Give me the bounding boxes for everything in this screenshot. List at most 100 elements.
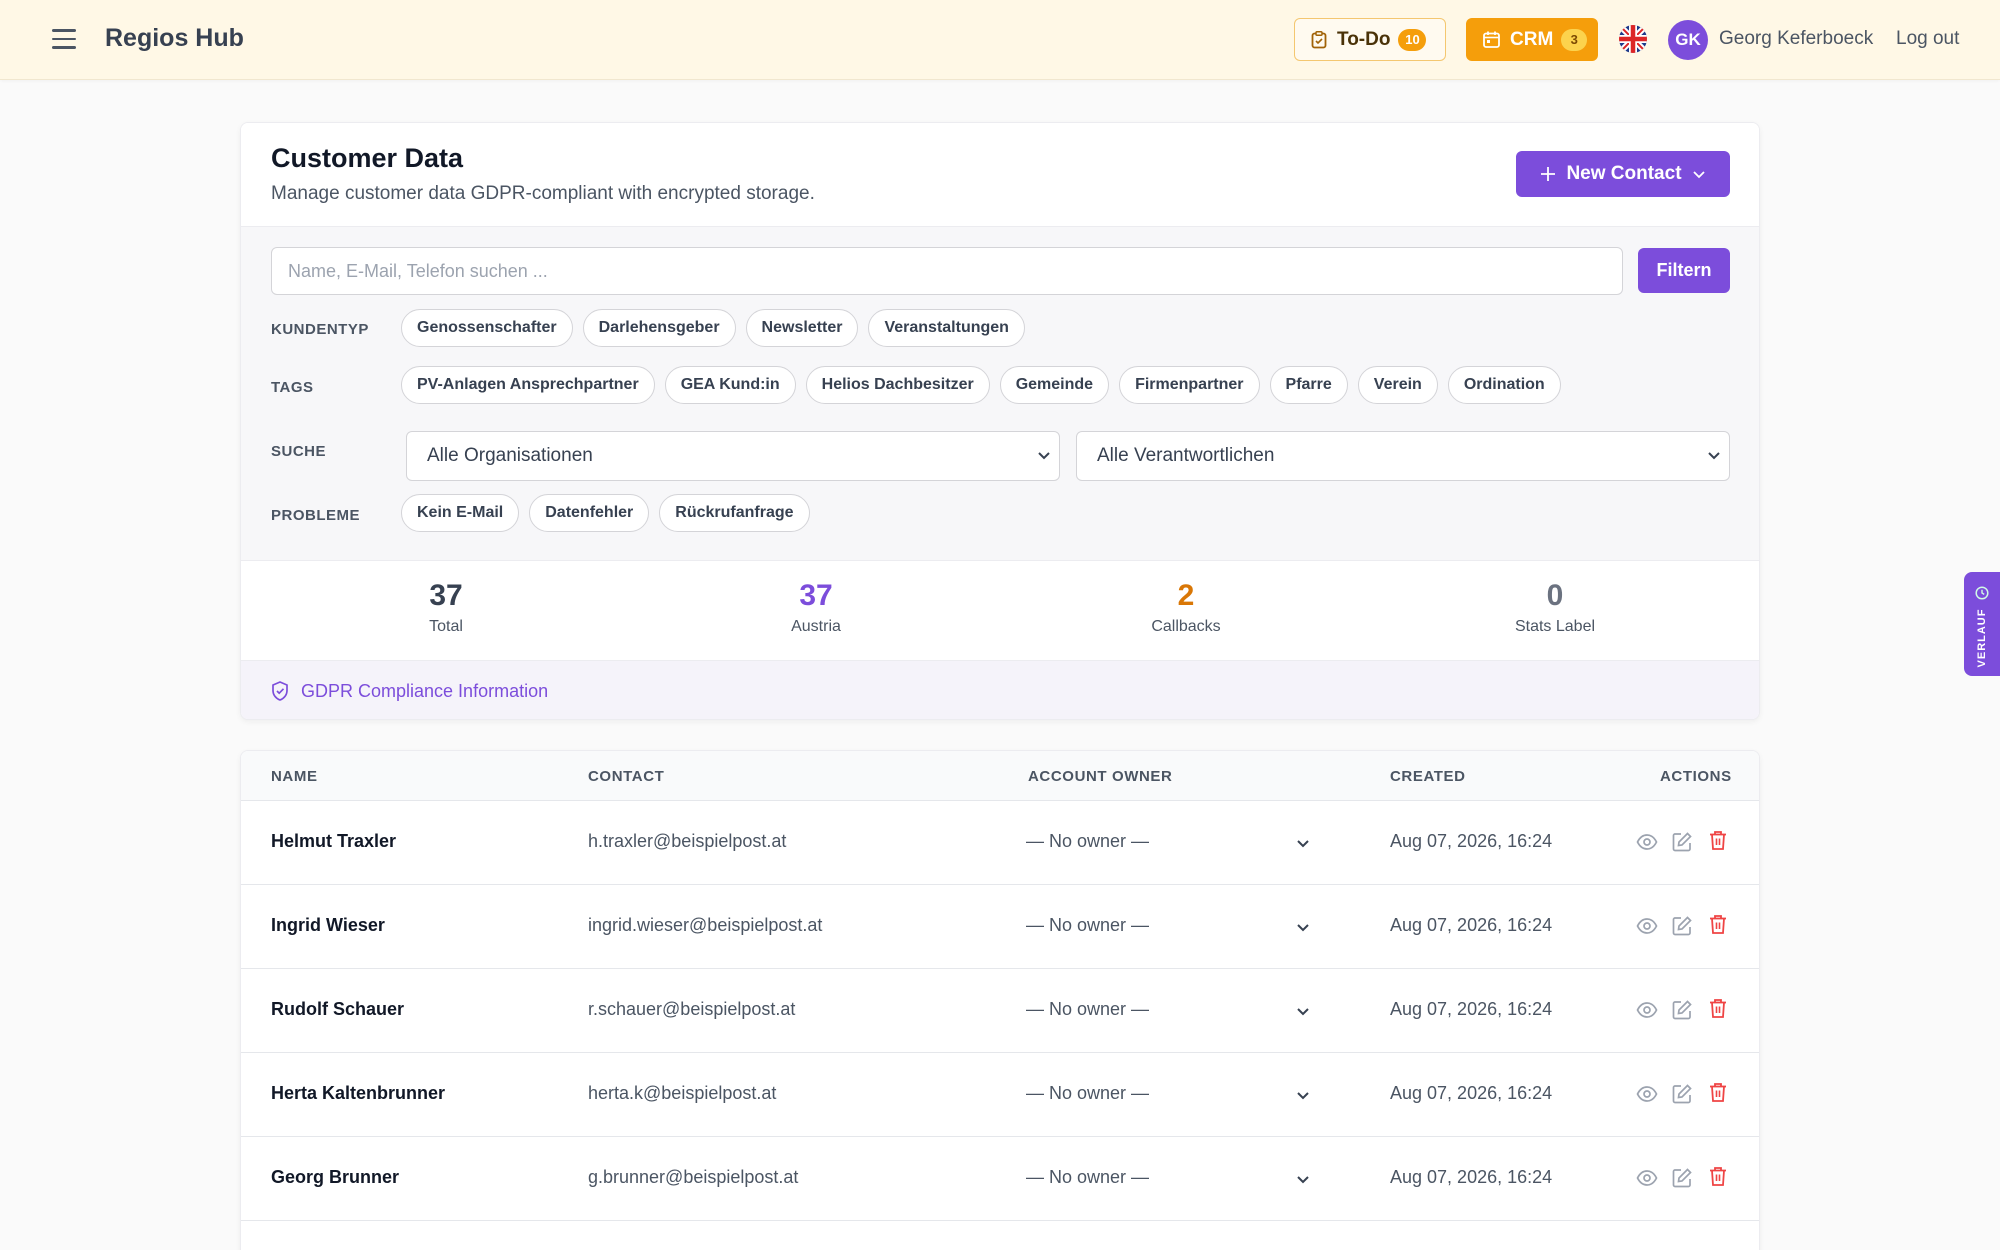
account-owner-select[interactable]: — No owner — — [1026, 905, 1328, 949]
row-name[interactable]: Helmut Traxler — [271, 831, 396, 852]
customer-table: NAME CONTACT ACCOUNT OWNER CREATED ACTIO… — [240, 750, 1760, 1250]
column-actions: ACTIONS — [1660, 768, 1732, 785]
delete-icon[interactable] — [1707, 997, 1729, 1019]
edit-icon[interactable] — [1671, 1083, 1693, 1105]
row-name[interactable]: Georg Brunner — [271, 1167, 399, 1188]
organisation-select[interactable]: Alle Organisationen — [406, 431, 1060, 481]
menu-icon[interactable] — [52, 29, 76, 49]
chip-verein[interactable]: Verein — [1357, 366, 1438, 404]
column-contact[interactable]: CONTACT — [588, 768, 664, 785]
gdpr-info-label: GDPR Compliance Information — [301, 680, 549, 701]
suche-label: SUCHE — [271, 443, 327, 460]
history-side-tab[interactable]: VERLAUF — [1964, 572, 2000, 676]
view-icon[interactable] — [1636, 915, 1658, 937]
card-header: Customer Data Manage customer data GDPR-… — [241, 123, 1759, 227]
todo-button[interactable]: To-Do 10 — [1294, 18, 1446, 61]
stat-value: 2 — [1177, 579, 1195, 612]
app-brand[interactable]: Regios Hub — [105, 24, 244, 53]
logout-link[interactable]: Log out — [1896, 28, 1959, 50]
chip-darlehensgeber[interactable]: Darlehensgeber — [582, 309, 736, 347]
row-contact[interactable]: ingrid.wieser@beispielpost.at — [588, 915, 822, 936]
row-created: Aug 07, 2026, 16:24 — [1390, 831, 1553, 851]
chevron-down-icon — [1297, 840, 1309, 848]
edit-icon[interactable] — [1671, 1167, 1693, 1189]
table-row[interactable]: Helmut Traxler h.traxler@beispielpost.at —… — [241, 801, 1759, 885]
gdpr-info-link[interactable]: GDPR Compliance Information — [241, 661, 1759, 719]
stat-label: Callbacks — [1151, 618, 1221, 635]
chip-helios-dachbesitzer[interactable]: Helios Dachbesitzer — [805, 366, 990, 404]
user-name[interactable]: Georg Keferboeck — [1719, 28, 1873, 50]
account-owner-select[interactable]: — No owner — — [1026, 1073, 1328, 1117]
row-name[interactable]: Rudolf Schauer — [271, 999, 404, 1020]
stat-label: Stats Label — [1514, 618, 1596, 635]
clipboard-icon — [1311, 30, 1327, 48]
chip-newsletter[interactable]: Newsletter — [745, 309, 859, 347]
delete-icon[interactable] — [1707, 829, 1729, 851]
view-icon[interactable] — [1636, 831, 1658, 853]
row-contact[interactable]: h.traxler@beispielpost.at — [588, 831, 786, 852]
new-contact-label: New Contact — [1566, 163, 1682, 184]
table-header: NAME CONTACT ACCOUNT OWNER CREATED ACTIO… — [241, 751, 1759, 801]
row-name[interactable]: Herta Kaltenbrunner — [271, 1083, 445, 1104]
chip-rueckrufanfrage[interactable]: Rückrufanfrage — [659, 494, 810, 532]
account-owner-select[interactable]: — No owner — — [1026, 821, 1328, 865]
table-row[interactable]: Georg Brunner g.brunner@beispielpost.at — … — [241, 1137, 1759, 1221]
history-tab-label: VERLAUF — [1976, 608, 1988, 668]
chevron-down-icon — [1297, 1008, 1309, 1016]
row-created: Aug 07, 2026, 16:24 — [1390, 1167, 1553, 1187]
filter-panel: Filtern KUNDENTYP Genossenschafter Darle… — [241, 227, 1759, 561]
account-owner-value: — No owner — — [1026, 999, 1150, 1019]
table-row[interactable]: Herta Kaltenbrunner herta.k@beispielpost.… — [241, 1053, 1759, 1137]
column-name[interactable]: NAME — [271, 768, 318, 785]
chip-gemeinde[interactable]: Gemeinde — [999, 366, 1110, 404]
stat-total: 37 Total — [346, 579, 546, 636]
chip-firmenpartner[interactable]: Firmenpartner — [1119, 366, 1260, 404]
table-row[interactable]: Rudolf Schauer r.schauer@beispielpost.at —… — [241, 969, 1759, 1053]
chip-pv-anlagen[interactable]: PV-Anlagen Ansprechpartner — [401, 366, 655, 404]
view-icon[interactable] — [1636, 1167, 1658, 1189]
delete-icon[interactable] — [1707, 1081, 1729, 1103]
organisation-select-value: Alle Organisationen — [427, 445, 593, 466]
user-avatar[interactable]: GK — [1668, 20, 1708, 60]
customer-data-card: Customer Data Manage customer data GDPR-… — [240, 122, 1760, 720]
column-created[interactable]: CREATED — [1390, 768, 1466, 785]
row-contact[interactable]: herta.k@beispielpost.at — [588, 1083, 776, 1104]
chip-veranstaltungen[interactable]: Veranstaltungen — [868, 309, 1025, 347]
row-name[interactable]: Ingrid Wieser — [271, 915, 385, 936]
chip-genossenschafter[interactable]: Genossenschafter — [401, 309, 573, 347]
crm-button[interactable]: CRM 3 — [1466, 18, 1598, 61]
chip-kein-email[interactable]: Kein E-Mail — [401, 494, 520, 532]
stat-value: 0 — [1546, 579, 1564, 612]
stat-value: 37 — [429, 579, 463, 612]
row-created: Aug 07, 2026, 16:24 — [1390, 999, 1553, 1019]
column-account-owner[interactable]: ACCOUNT OWNER — [1028, 768, 1172, 785]
row-contact[interactable]: g.brunner@beispielpost.at — [588, 1167, 798, 1188]
filter-button[interactable]: Filtern — [1638, 248, 1730, 293]
account-owner-select[interactable]: — No owner — — [1026, 1157, 1328, 1201]
view-icon[interactable] — [1636, 1083, 1658, 1105]
edit-icon[interactable] — [1671, 915, 1693, 937]
account-owner-select[interactable]: — No owner — — [1026, 989, 1328, 1033]
edit-icon[interactable] — [1671, 831, 1693, 853]
row-contact[interactable]: r.schauer@beispielpost.at — [588, 999, 795, 1020]
kundentyp-chips: Genossenschafter Darlehensgeber Newslett… — [401, 309, 1025, 347]
chip-gea-kundin[interactable]: GEA Kund:in — [664, 366, 796, 404]
shield-check-icon — [272, 681, 288, 701]
view-icon[interactable] — [1636, 999, 1658, 1021]
delete-icon[interactable] — [1707, 1165, 1729, 1187]
delete-icon[interactable] — [1707, 913, 1729, 935]
chip-datenfehler[interactable]: Datenfehler — [529, 494, 650, 532]
uk-flag-icon[interactable] — [1619, 25, 1647, 53]
responsible-select[interactable]: Alle Verantwortlichen — [1076, 431, 1730, 481]
table-row[interactable] — [241, 1221, 1759, 1250]
stat-label: Austria — [791, 618, 841, 635]
chevron-down-icon — [1708, 452, 1720, 460]
edit-icon[interactable] — [1671, 999, 1693, 1021]
account-owner-value: — No owner — — [1026, 1083, 1150, 1103]
top-bar: Regios Hub To-Do 10 CRM 3 GK Georg Kefer… — [0, 0, 2000, 80]
chip-ordination[interactable]: Ordination — [1447, 366, 1561, 404]
search-input[interactable] — [271, 247, 1623, 295]
new-contact-button[interactable]: New Contact — [1516, 151, 1730, 197]
chip-pfarre[interactable]: Pfarre — [1269, 366, 1348, 404]
table-row[interactable]: Ingrid Wieser ingrid.wieser@beispielpost.… — [241, 885, 1759, 969]
